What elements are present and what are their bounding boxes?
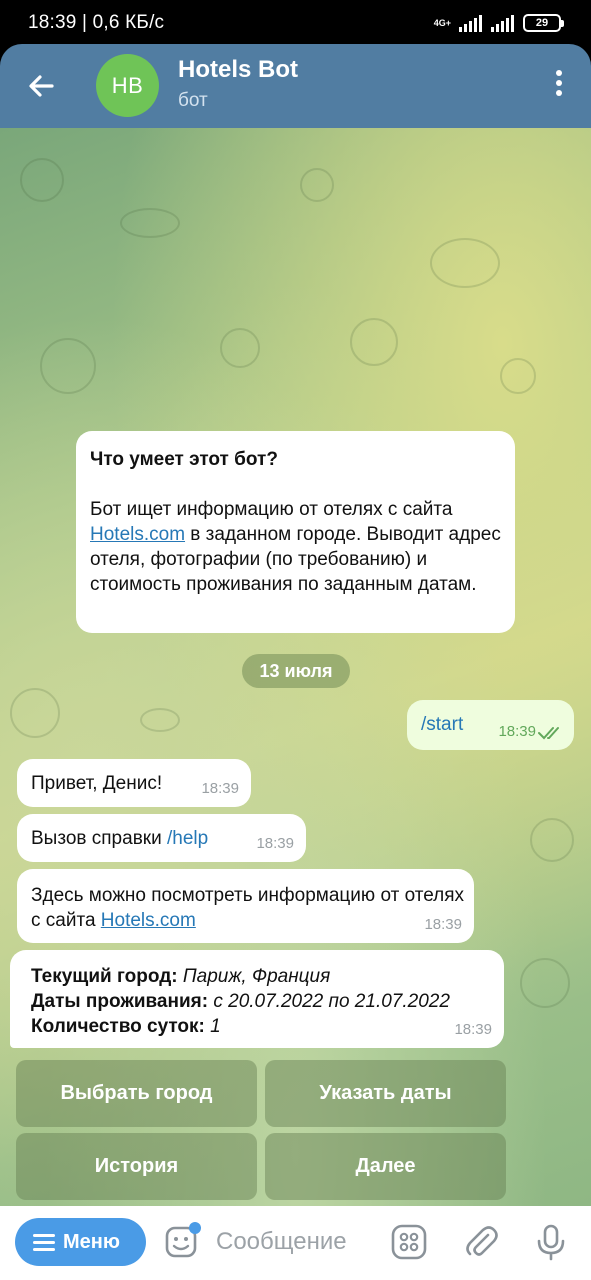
wallpaper-doodle [20, 158, 64, 202]
menu-button-label: Меню [63, 1230, 120, 1253]
current-city-line: Текущий город: Париж, Франция [31, 964, 450, 989]
hotels-link[interactable]: Hotels.com [101, 910, 196, 931]
signal-strength-icon [459, 15, 482, 32]
chat-area[interactable]: Что умеет этот бот? Бот ищет информацию … [0, 128, 591, 1206]
status-time: 18:39 | 0,6 КБ/с [28, 12, 165, 33]
inline-keyboard-row: История Далее [16, 1133, 506, 1200]
command-text[interactable]: /start [421, 712, 463, 737]
message-time: 18:39 [454, 1021, 492, 1038]
message-text: Вызов справки /help [31, 826, 208, 851]
more-dot-icon [556, 90, 562, 96]
emoji-button[interactable] [163, 1222, 203, 1262]
nights-value: 1 [204, 1016, 221, 1037]
wallpaper-doodle [520, 958, 570, 1008]
outgoing-message[interactable]: /start 18:39 [407, 700, 574, 750]
incoming-message[interactable]: Здесь можно посмотреть информацию от оте… [17, 869, 474, 943]
wallpaper-doodle [530, 818, 574, 862]
incoming-message[interactable]: Привет, Денис! 18:39 [17, 759, 251, 807]
wallpaper-doodle [220, 328, 260, 368]
incoming-message[interactable]: Текущий город: Париж, Франция Даты прожи… [10, 950, 504, 1048]
status-bar: 18:39 | 0,6 КБ/с 4G+ 29 [0, 0, 591, 44]
microphone-icon [537, 1224, 565, 1261]
wallpaper-doodle [120, 208, 180, 238]
hamburger-icon [33, 1234, 55, 1251]
arrow-left-icon [29, 75, 54, 97]
history-button[interactable]: История [16, 1133, 257, 1200]
date-separator: 13 июля [242, 654, 350, 688]
wallpaper-doodle [10, 688, 60, 738]
incoming-message[interactable]: Вызов справки /help 18:39 [17, 814, 306, 862]
wallpaper-doodle [300, 168, 334, 202]
attach-button[interactable] [462, 1223, 500, 1261]
battery-icon: 29 [523, 14, 564, 32]
message-text-prefix: Вызов справки [31, 828, 167, 849]
message-time: 18:39 [424, 916, 462, 933]
bot-info-card: Что умеет этот бот? Бот ищет информацию … [76, 431, 515, 633]
current-city-label: Текущий город: [31, 966, 178, 987]
message-input-bar: Меню [0, 1206, 591, 1280]
wallpaper-doodle [140, 708, 180, 732]
stay-dates-line: Даты проживания: с 20.07.2022 по 21.07.2… [31, 989, 450, 1014]
next-button[interactable]: Далее [265, 1133, 506, 1200]
menu-button[interactable]: Меню [15, 1218, 146, 1266]
sticker-icon [165, 1222, 201, 1258]
inline-keyboard-row: Выбрать город Указать даты [16, 1060, 506, 1127]
message-text: Привет, Денис! [31, 773, 163, 794]
hotels-link[interactable]: Hotels.com [90, 524, 185, 545]
double-check-icon [538, 727, 559, 740]
nights-line: Количество суток: 1 [31, 1014, 450, 1039]
set-dates-button[interactable]: Указать даты [265, 1060, 506, 1127]
wallpaper-doodle [350, 318, 398, 366]
battery-level: 29 [535, 17, 549, 29]
voice-record-button[interactable] [532, 1223, 570, 1261]
signal-strength-icon-2 [491, 15, 514, 32]
nights-label: Количество суток: [31, 1016, 205, 1037]
message-text-body: Здесь можно посмотреть информацию от оте… [31, 885, 465, 931]
bot-info-title: Что умеет этот бот? [90, 449, 278, 470]
wallpaper-doodle [40, 338, 96, 394]
summary-text: Текущий город: Париж, Франция Даты прожи… [31, 964, 450, 1039]
message-time: 18:39 [256, 835, 294, 852]
back-button[interactable] [22, 66, 62, 106]
current-city-value: Париж, Франция [177, 966, 331, 987]
more-dot-icon [556, 70, 562, 76]
more-dot-icon [556, 80, 562, 86]
wallpaper-doodle [430, 238, 500, 288]
chat-header: HB Hotels Bot бот [0, 44, 591, 128]
message-time: 18:39 [498, 719, 536, 744]
help-command-link[interactable]: /help [167, 828, 208, 849]
chat-subtitle: бот [178, 90, 208, 111]
wallpaper-doodle [500, 358, 536, 394]
stay-dates-label: Даты проживания: [31, 991, 209, 1012]
stay-dates-value: с 20.07.2022 по 21.07.2022 [208, 991, 450, 1012]
bot-info-text: Бот ищет информацию от отелях с сайта [90, 499, 453, 520]
message-text: Здесь можно посмотреть информацию от оте… [31, 883, 471, 933]
network-type-icon: 4G+ [433, 17, 451, 28]
more-options-button[interactable] [551, 66, 567, 106]
status-icons: 4G+ 29 [433, 14, 564, 32]
grid-icon [391, 1224, 427, 1260]
bot-commands-button[interactable] [390, 1223, 428, 1261]
paperclip-icon [466, 1226, 498, 1256]
message-time: 18:39 [201, 780, 239, 797]
message-input[interactable] [216, 1224, 381, 1260]
choose-city-button[interactable]: Выбрать город [16, 1060, 257, 1127]
message-time-text: 18:39 [498, 723, 536, 740]
bot-info-description: Бот ищет информацию от отелях с сайта Ho… [90, 497, 501, 597]
chat-title[interactable]: Hotels Bot [178, 56, 298, 84]
avatar[interactable]: HB [96, 54, 159, 117]
